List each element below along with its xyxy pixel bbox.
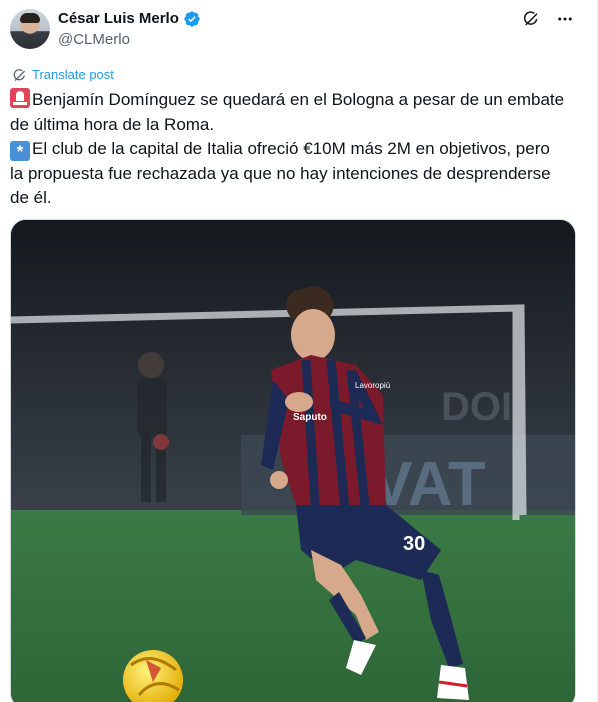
translate-icon: [13, 68, 25, 81]
author-row: César Luis Merlo: [58, 9, 201, 29]
post-line-3-text: El club de la capital de Italia ofreció …: [32, 139, 550, 158]
post-line-2: de última hora de la Roma.: [10, 114, 215, 134]
author-handle[interactable]: @CLMerlo: [58, 30, 130, 50]
translate-post-link[interactable]: Translate post: [12, 66, 114, 84]
more-icon[interactable]: [555, 9, 575, 29]
svg-text:DOI: DOI: [441, 385, 512, 429]
grok-icon[interactable]: [521, 9, 541, 29]
verified-badge-icon[interactable]: [183, 10, 201, 28]
photo-scene: VAT DOI Lavoropiù Saputo 30: [11, 220, 575, 702]
author-display-name[interactable]: César Luis Merlo: [58, 9, 179, 29]
top-actions: [521, 9, 575, 29]
post-text: Benjamín Domínguez se quedará en el Bolo…: [10, 88, 585, 211]
avatar[interactable]: [10, 9, 50, 49]
post-photo[interactable]: VAT DOI Lavoropiù Saputo 30: [10, 219, 576, 702]
tweet: César Luis Merlo @CLMerlo Translate post…: [0, 0, 598, 702]
siren-emoji-icon: [10, 88, 30, 108]
post-line-1-text: Benjamín Domínguez se quedará en el Bolo…: [32, 90, 565, 109]
post-line-1: Benjamín Domínguez se quedará en el Bolo…: [10, 88, 585, 113]
post-line-5: de él.: [10, 188, 52, 207]
asterisk-emoji-icon: *: [10, 141, 30, 161]
post-line-3: * El club de la capital de Italia ofreció…: [10, 137, 585, 162]
shirt-text: Saputo: [293, 412, 327, 423]
pitch: [11, 510, 575, 702]
translate-post-label: Translate post: [32, 67, 114, 82]
jersey-number: 30: [403, 533, 425, 555]
post-line-4: la propuesta fue rechazada ya que no hay…: [10, 163, 551, 183]
sponsor-text: Lavoropiù: [355, 381, 390, 390]
